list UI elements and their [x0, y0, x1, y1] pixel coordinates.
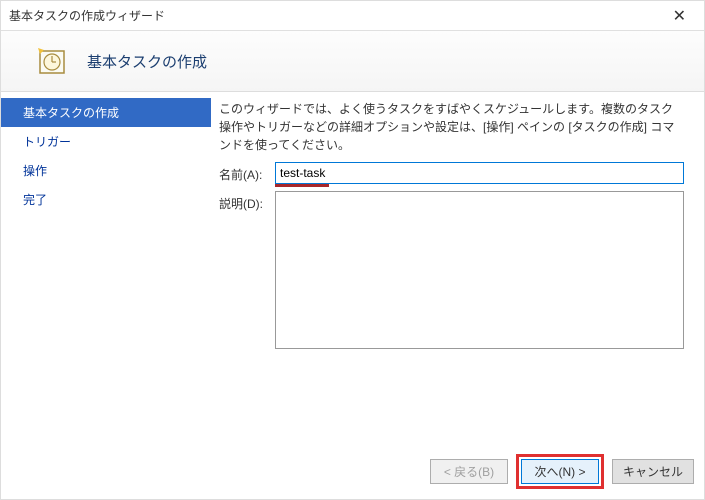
- spacer: [219, 355, 684, 444]
- button-bar: < 戻る(B) 次へ(N) > キャンセル: [1, 448, 704, 499]
- sidebar-item-action[interactable]: 操作: [1, 156, 211, 185]
- wizard-header-title: 基本タスクの作成: [87, 51, 207, 72]
- sidebar-item-label: 完了: [23, 193, 47, 207]
- titlebar: 基本タスクの作成ウィザード ✕: [1, 1, 704, 31]
- name-label: 名前(A):: [219, 162, 275, 183]
- window-title: 基本タスクの作成ウィザード: [9, 7, 165, 24]
- name-input[interactable]: [275, 162, 684, 184]
- sidebar: 基本タスクの作成 トリガー 操作 完了: [1, 92, 211, 448]
- annotation-underline: [275, 184, 329, 187]
- sidebar-item-label: 基本タスクの作成: [23, 106, 119, 120]
- instructions-text: このウィザードでは、よく使うタスクをすばやくスケジュールします。複数のタスク操作…: [219, 100, 684, 154]
- cancel-button[interactable]: キャンセル: [612, 459, 694, 484]
- sidebar-item-create-basic-task[interactable]: 基本タスクの作成: [1, 98, 211, 127]
- next-button[interactable]: 次へ(N) >: [521, 459, 599, 484]
- clock-icon: [35, 45, 67, 77]
- wizard-window: 基本タスクの作成ウィザード ✕ 基本タスクの作成 基本タスクの作成 トリガー 操…: [0, 0, 705, 500]
- description-label: 説明(D):: [219, 191, 275, 212]
- annotation-next-highlight: 次へ(N) >: [516, 454, 604, 489]
- close-icon[interactable]: ✕: [663, 2, 696, 30]
- sidebar-item-label: 操作: [23, 164, 47, 178]
- back-button: < 戻る(B): [430, 459, 508, 484]
- name-row: 名前(A):: [219, 162, 684, 184]
- sidebar-item-finish[interactable]: 完了: [1, 185, 211, 214]
- wizard-main: このウィザードでは、よく使うタスクをすばやくスケジュールします。複数のタスク操作…: [211, 92, 704, 448]
- wizard-body: 基本タスクの作成 トリガー 操作 完了 このウィザードでは、よく使うタスクをすば…: [1, 91, 704, 448]
- description-row: 説明(D):: [219, 191, 684, 349]
- sidebar-item-trigger[interactable]: トリガー: [1, 127, 211, 156]
- description-input[interactable]: [275, 191, 684, 349]
- sidebar-item-label: トリガー: [23, 135, 71, 149]
- wizard-header: 基本タスクの作成: [1, 31, 704, 91]
